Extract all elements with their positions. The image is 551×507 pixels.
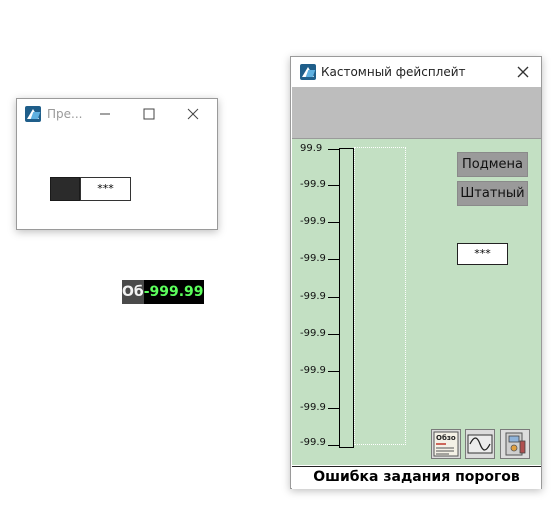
scale-label: -99.9 bbox=[300, 179, 326, 190]
faceplate-window: Кастомный фейсплейт 99.9 -99.9 -99.9 -99… bbox=[290, 56, 542, 489]
scale-label: -99.9 bbox=[300, 365, 326, 376]
scale-label: -99.9 bbox=[300, 216, 326, 227]
bar-graph-area bbox=[354, 147, 406, 445]
svg-text:Обзо: Обзо bbox=[436, 434, 456, 442]
trend-wave-icon bbox=[467, 434, 493, 454]
level-bar bbox=[339, 148, 354, 448]
overview-icon: Обзо bbox=[433, 431, 459, 457]
value-readout-widget[interactable]: Об -999.99 bbox=[122, 280, 204, 304]
close-button[interactable] bbox=[171, 99, 215, 129]
small-window-value-field[interactable]: *** bbox=[80, 177, 131, 201]
maximize-button[interactable] bbox=[127, 99, 171, 129]
status-message: Ошибка задания порогов bbox=[292, 466, 541, 489]
device-settings-button[interactable] bbox=[500, 429, 530, 459]
small-window: Пре... *** bbox=[16, 98, 218, 230]
scale-label: -99.9 bbox=[300, 402, 326, 413]
trend-button[interactable] bbox=[465, 429, 495, 459]
app-logo-icon bbox=[300, 64, 316, 80]
scale-label: -99.9 bbox=[300, 253, 326, 264]
minimize-icon bbox=[100, 113, 110, 115]
faceplate-header-panel bbox=[292, 87, 541, 139]
faceplate-value-field[interactable]: *** bbox=[457, 243, 508, 265]
small-window-title: Пре... bbox=[47, 107, 83, 121]
scale-label: -99.9 bbox=[300, 328, 326, 339]
substitute-button[interactable]: Подмена bbox=[457, 152, 528, 177]
faceplate-titlebar[interactable]: Кастомный фейсплейт bbox=[291, 57, 541, 87]
readout-label: Об bbox=[122, 280, 144, 304]
maximize-icon bbox=[143, 108, 155, 120]
app-logo-icon bbox=[25, 106, 41, 122]
small-window-titlebar[interactable]: Пре... bbox=[17, 99, 217, 129]
faceplate-close-button[interactable] bbox=[505, 57, 541, 87]
minimize-button[interactable] bbox=[83, 99, 127, 129]
close-icon bbox=[187, 108, 199, 120]
faceplate-body: 99.9 -99.9 -99.9 -99.9 -99.9 -99.9 -99.9… bbox=[292, 139, 541, 465]
readout-value: -999.99 bbox=[143, 280, 204, 304]
indicator-swatch bbox=[50, 177, 80, 201]
regular-button[interactable]: Штатный bbox=[457, 181, 528, 206]
faceplate-title: Кастомный фейсплейт bbox=[321, 65, 466, 79]
scale-label: -99.9 bbox=[300, 291, 326, 302]
scale-label: 99.9 bbox=[300, 143, 323, 154]
close-icon bbox=[517, 66, 529, 78]
scale-label: -99.9 bbox=[300, 437, 326, 448]
overview-button[interactable]: Обзо bbox=[431, 429, 461, 459]
device-settings-icon bbox=[505, 432, 526, 456]
